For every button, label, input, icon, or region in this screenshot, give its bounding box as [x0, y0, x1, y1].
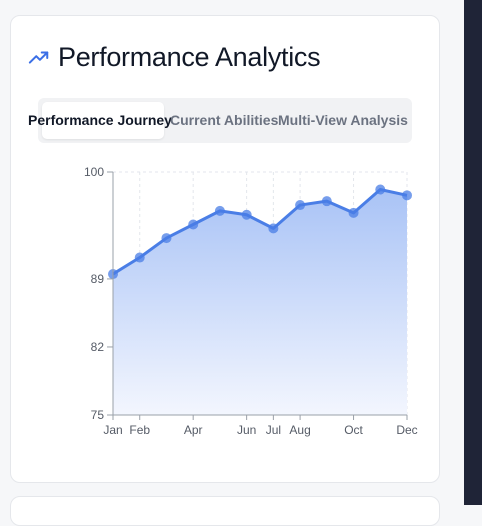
data-point[interactable] [321, 196, 332, 207]
data-point[interactable] [214, 205, 225, 216]
x-tick-label: Jul [266, 423, 281, 437]
data-point[interactable] [295, 200, 306, 211]
data-point[interactable] [241, 209, 252, 220]
page-title: Performance Analytics [58, 42, 321, 72]
y-tick-label: 75 [91, 408, 105, 422]
x-tick-label: Dec [396, 423, 417, 437]
x-tick-label: Aug [289, 423, 310, 437]
x-tick-label: Feb [129, 423, 150, 437]
x-tick-label: Apr [184, 423, 203, 437]
performance-area-chart: 75 82 89 100 Jan Feb Apr Jun Jul Aug Oct Dec [84, 165, 418, 437]
x-tick-label: Oct [344, 423, 363, 437]
tab-bar: Performance Journey Current Abilities Mu… [28, 98, 412, 143]
data-point[interactable] [188, 219, 199, 230]
y-tick-label: 82 [91, 340, 105, 354]
secondary-card [10, 496, 440, 526]
y-tick-label: 100 [84, 165, 104, 179]
data-point[interactable] [134, 252, 145, 263]
data-point[interactable] [348, 207, 359, 218]
tab-current-abilities[interactable]: Current Abilities [170, 102, 278, 139]
data-point[interactable] [402, 190, 412, 201]
x-tick-label: Jan [103, 423, 122, 437]
x-tick-label: Jun [237, 423, 256, 437]
area-fill [113, 189, 407, 415]
tab-multi-view-analysis[interactable]: Multi-View Analysis [278, 102, 408, 139]
y-tick-label: 89 [91, 272, 105, 286]
tab-performance-journey[interactable]: Performance Journey [28, 102, 172, 139]
side-panel-edge [464, 0, 482, 505]
data-point[interactable] [161, 233, 172, 244]
data-point[interactable] [268, 223, 279, 234]
card-header: Performance Analytics [28, 42, 321, 73]
data-point[interactable] [375, 184, 386, 195]
trending-up-icon [28, 50, 49, 64]
tab-label: Performance Journey [28, 112, 172, 128]
